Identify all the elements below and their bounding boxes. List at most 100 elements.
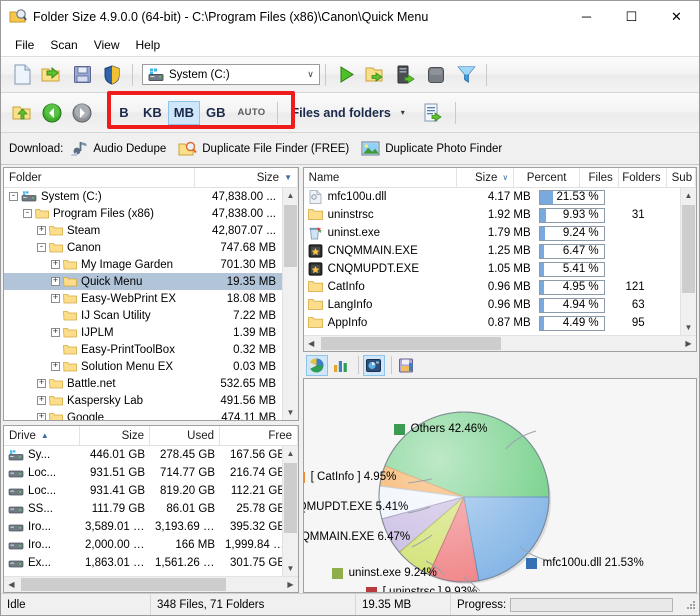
tree-row[interactable]: - System (C:) 47,838.00 ... [4,188,282,205]
expand-icon[interactable]: + [37,379,46,388]
file-row[interactable]: uninst.exe 1.79 MB 9.24 % [304,224,680,242]
file-row[interactable]: mfc100u.dll 4.17 MB 21.53 % [304,188,680,206]
tree-row[interactable]: + Kaspersky Lab 491.56 MB [4,392,282,409]
up-folder-icon[interactable] [7,99,37,127]
scan-start-icon[interactable] [331,61,361,89]
menu-file[interactable]: File [7,36,42,54]
expand-icon[interactable]: + [37,226,46,235]
column-header-folder[interactable]: Folder [4,168,195,187]
drive-scroll-track[interactable] [283,461,298,561]
download-link-duplicate-photo-finder[interactable]: Duplicate Photo Finder [361,140,502,158]
tree-row[interactable]: + My Image Garden 701.30 MB [4,256,282,273]
drive-list-rows[interactable]: Sy... 446.01 GB 278.45 GB 167.56 GB Loc... 93… [4,446,282,576]
view-mode-label[interactable]: Files and folders [291,106,390,120]
shield-icon[interactable] [97,61,127,89]
column-header-drive-free[interactable]: Free [220,426,298,445]
drive-row[interactable]: Iro... 3,589.01 GB 3,193.69 GB 395.32 GB [4,518,282,536]
stop-icon[interactable] [421,61,451,89]
collapse-icon[interactable]: - [37,243,46,252]
new-icon[interactable] [7,61,37,89]
file-row[interactable]: LangInfo 0.96 MB 4.94 % 63 31 [304,296,680,314]
file-scroll-thumb[interactable] [682,205,695,293]
column-header-drive-used[interactable]: Used [150,426,220,445]
tree-row[interactable]: + Quick Menu 19.35 MB [4,273,282,290]
open-icon[interactable] [37,61,67,89]
file-hscroll-track[interactable] [319,336,681,351]
file-scroll-up-icon[interactable]: ▲ [681,188,696,203]
tree-row[interactable]: + Steam 42,807.07 ... [4,222,282,239]
maximize-button[interactable]: ☐ [609,1,654,32]
drive-row[interactable]: Iro... 2,000.00 GB 166 MB 1,999.84 GB [4,536,282,554]
unit-button-auto[interactable]: AUTO [232,101,272,125]
expand-icon[interactable]: + [51,328,60,337]
bar-chart-icon[interactable] [330,355,352,376]
drive-row[interactable]: SS... 111.79 GB 86.01 GB 25.78 GB [4,500,282,518]
column-header-drive-size[interactable]: Size [80,426,150,445]
scroll-down-icon[interactable]: ▼ [283,405,298,420]
menu-scan[interactable]: Scan [42,36,85,54]
forward-icon[interactable] [67,99,97,127]
minimize-button[interactable]: ─ [564,1,609,32]
file-scroll-track[interactable] [681,203,696,320]
tree-row[interactable]: IJ Scan Utility 7.22 MB [4,307,282,324]
column-header-drive[interactable]: Drive ▲ [4,426,80,445]
column-header-folders[interactable]: Folders [619,168,667,187]
tree-row[interactable]: + IJPLM 1.39 MB [4,324,282,341]
folder-tree-rows[interactable]: - System (C:) 47,838.00 ... - Program Files … [4,188,282,420]
file-hscroll-right-icon[interactable]: ▶ [681,336,696,351]
expand-icon[interactable]: + [51,294,60,303]
file-hscroll-thumb[interactable] [320,337,501,350]
collapse-icon[interactable]: - [23,209,32,218]
resize-grip[interactable] [685,599,697,611]
column-header-name[interactable]: Name [304,168,458,187]
unit-button-gb[interactable]: GB [200,101,232,125]
column-header-files[interactable]: Files [580,168,619,187]
download-link-duplicate-file-finder[interactable]: Duplicate File Finder (FREE) [178,140,349,158]
drive-scroll-up-icon[interactable]: ▲ [283,446,298,461]
hscroll-left-icon[interactable]: ◀ [4,577,19,592]
column-header-file-size[interactable]: Size ∨ [457,168,515,187]
file-scroll-down-icon[interactable]: ▼ [681,320,696,335]
file-list-hscrollbar[interactable]: ◀ ▶ [303,335,696,351]
unit-button-b[interactable]: B [111,101,137,125]
expand-icon[interactable]: + [51,277,60,286]
drive-select[interactable]: System (C:) ∨ [142,64,320,85]
scroll-track[interactable] [283,203,298,405]
collapse-icon[interactable]: - [9,192,18,201]
drive-row[interactable]: Ex... 1,863.01 GB 1,561.26 GB 301.75 GB [4,554,282,572]
tree-row[interactable]: Easy-PrintToolBox 0.32 MB [4,341,282,358]
tree-row[interactable]: - Program Files (x86) 47,838.00 ... [4,205,282,222]
close-button[interactable]: ✕ [654,1,699,32]
export-report-icon[interactable] [419,99,449,127]
hscroll-track[interactable] [19,577,283,592]
drive-list-hscrollbar[interactable]: ◀ ▶ [4,576,298,592]
file-hscroll-left-icon[interactable]: ◀ [304,336,319,351]
chevron-down-icon[interactable]: ∨ [302,69,319,80]
expand-icon[interactable]: + [37,413,46,420]
scroll-up-icon[interactable]: ▲ [283,188,298,203]
download-link-audio-dedupe[interactable]: Audio Dedupe [69,140,166,158]
hscroll-right-icon[interactable]: ▶ [283,577,298,592]
tree-row[interactable]: - Canon 747.68 MB [4,239,282,256]
column-header-sub[interactable]: Sub [667,168,696,187]
expand-icon[interactable]: + [51,362,60,371]
drive-scroll-thumb[interactable] [284,463,297,533]
menu-help[interactable]: Help [128,36,169,54]
save-icon[interactable] [67,61,97,89]
unit-button-kb[interactable]: KB [137,101,168,125]
file-row[interactable]: CatInfo 0.96 MB 4.95 % 121 1 [304,278,680,296]
scan-computer-icon[interactable] [391,61,421,89]
file-list-scrollbar[interactable]: ▲ ▼ [680,188,696,335]
tree-row[interactable]: + Google 474.11 MB [4,409,282,420]
drive-row[interactable]: Sy... 446.01 GB 278.45 GB 167.56 GB [4,446,282,464]
scan-folder-icon[interactable] [361,61,391,89]
unit-button-mb[interactable]: MB [167,100,200,125]
save-chart-icon[interactable] [396,355,418,376]
file-row[interactable]: CNQMMAIN.EXE 1.25 MB 6.47 % [304,242,680,260]
hscroll-thumb[interactable] [21,578,226,591]
back-icon[interactable] [37,99,67,127]
pie-chart-icon[interactable] [305,354,328,376]
file-row[interactable]: uninstrsc 1.92 MB 9.93 % 31 31 [304,206,680,224]
pie-chart-panel[interactable]: Others 42.46% mfc100u.dll 21.53% [ CatIn… [302,378,697,593]
folder-tree-scrollbar[interactable]: ▲ ▼ [282,188,298,420]
